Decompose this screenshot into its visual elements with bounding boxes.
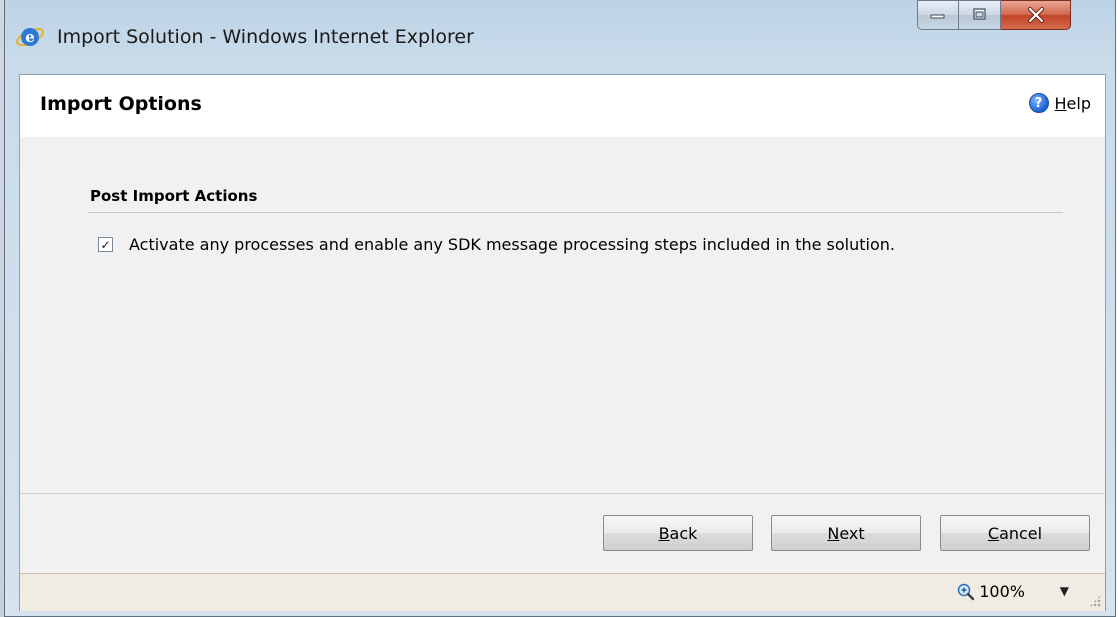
cancel-button[interactable]: Cancel bbox=[940, 515, 1090, 551]
help-link[interactable]: ? Help bbox=[1028, 93, 1091, 113]
dialog-footer: Back Next Cancel bbox=[20, 493, 1105, 574]
close-icon bbox=[1027, 7, 1044, 23]
window-title: Import Solution - Windows Internet Explo… bbox=[57, 26, 474, 48]
svg-text:e: e bbox=[25, 28, 35, 46]
options-body: Post Import Actions ✓ Activate any proce… bbox=[20, 137, 1105, 493]
checkmark-icon: ✓ bbox=[100, 237, 111, 252]
ie-logo-icon: e bbox=[15, 22, 45, 52]
next-rest: ext bbox=[839, 523, 865, 543]
back-accel: B bbox=[658, 523, 670, 543]
help-label[interactable]: Help bbox=[1055, 94, 1091, 113]
status-bar: 100% ▼ bbox=[20, 573, 1105, 611]
next-button[interactable]: Next bbox=[771, 515, 921, 551]
back-rest: ack bbox=[669, 523, 698, 543]
back-button[interactable]: Back bbox=[603, 515, 753, 551]
page-title: Import Options bbox=[40, 93, 202, 115]
zoom-control[interactable]: 100% bbox=[957, 582, 1025, 601]
window-controls bbox=[917, 0, 1109, 30]
cancel-rest: ancel bbox=[999, 523, 1043, 543]
help-accel: H bbox=[1054, 93, 1067, 113]
browser-window: e Import Solution - Windows Internet Exp… bbox=[4, 0, 1116, 617]
maximize-button[interactable] bbox=[959, 0, 1001, 30]
next-accel: N bbox=[827, 523, 840, 543]
zoom-level: 100% bbox=[979, 582, 1025, 601]
help-rest: elp bbox=[1066, 93, 1091, 113]
section-divider bbox=[88, 212, 1063, 213]
zoom-dropdown-icon[interactable]: ▼ bbox=[1060, 584, 1069, 598]
dialog-content: Import Options ? Help Post Import Action… bbox=[19, 74, 1106, 611]
resize-grip-icon[interactable] bbox=[1089, 595, 1101, 607]
zoom-magnifier-icon bbox=[958, 583, 975, 600]
title-bar: e Import Solution - Windows Internet Exp… bbox=[5, 0, 1115, 74]
help-question-icon: ? bbox=[1028, 93, 1049, 113]
maximize-icon bbox=[972, 8, 986, 20]
activate-processes-label: Activate any processes and enable any SD… bbox=[129, 235, 895, 254]
activate-processes-checkbox[interactable]: ✓ bbox=[98, 237, 113, 252]
close-button[interactable] bbox=[1001, 0, 1071, 30]
cancel-accel: C bbox=[987, 523, 1000, 543]
activate-processes-option[interactable]: ✓ Activate any processes and enable any … bbox=[98, 235, 895, 254]
dialog-header: Import Options ? Help bbox=[20, 75, 1105, 137]
section-title: Post Import Actions bbox=[90, 187, 258, 205]
minimize-button[interactable] bbox=[917, 0, 959, 30]
minimize-icon bbox=[930, 14, 945, 19]
